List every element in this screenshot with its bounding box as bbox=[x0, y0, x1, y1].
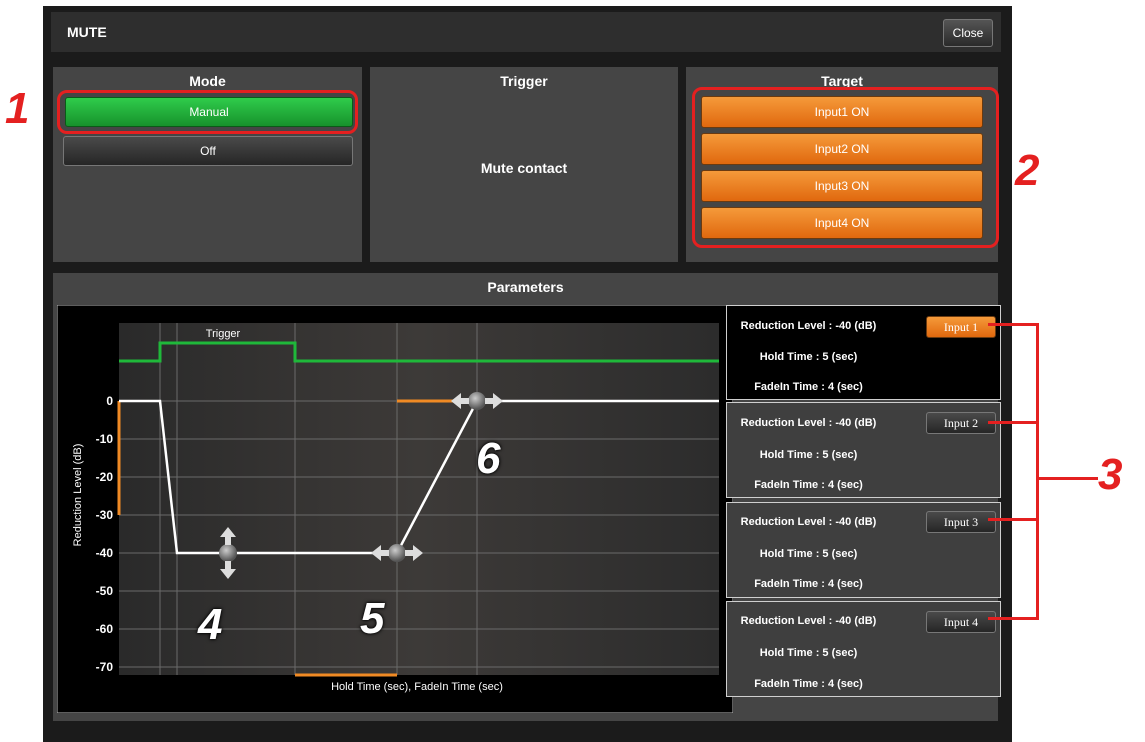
parameters-title: Parameters bbox=[487, 279, 564, 295]
callout-4: 4 bbox=[198, 600, 223, 649]
parameters-panel: Parameters Trigger 0 -10 -20 -30 -40 -50… bbox=[53, 273, 1001, 721]
input2-panel: Reduction Level : -40 (dB) Hold Time : 5… bbox=[726, 402, 1001, 498]
input1-select-button[interactable]: Input 1 bbox=[926, 316, 996, 338]
trigger-label: Trigger bbox=[206, 328, 241, 340]
x-axis-label: Hold Time (sec), FadeIn Time (sec) bbox=[331, 681, 503, 693]
trigger-title: Trigger bbox=[500, 73, 548, 89]
input2-reduction: Reduction Level : -40 (dB) bbox=[740, 417, 877, 429]
trigger-panel: Trigger Mute contact bbox=[370, 67, 678, 262]
y-tick: -20 bbox=[96, 470, 114, 484]
mode-off-button[interactable]: Off bbox=[63, 136, 353, 166]
callout-3-connector bbox=[988, 421, 1038, 424]
input4-panel: Reduction Level : -40 (dB) Hold Time : 5… bbox=[726, 601, 1001, 697]
input1-hold: Hold Time : 5 (sec) bbox=[759, 351, 858, 363]
input3-reduction: Reduction Level : -40 (dB) bbox=[740, 516, 877, 528]
input2-select-button[interactable]: Input 2 bbox=[926, 412, 996, 434]
y-tick: -10 bbox=[96, 432, 114, 446]
callout-3-connector bbox=[988, 518, 1038, 521]
y-axis-label: Reduction Level (dB) bbox=[72, 444, 84, 547]
callout-5: 5 bbox=[360, 594, 385, 643]
input3-fadein: FadeIn Time : 4 (sec) bbox=[754, 578, 863, 590]
callout-2-box bbox=[692, 87, 999, 248]
input2-fadein: FadeIn Time : 4 (sec) bbox=[754, 479, 863, 491]
input1-panel: Reduction Level : -40 (dB) Hold Time : 5… bbox=[726, 305, 1001, 400]
close-button[interactable]: Close bbox=[943, 19, 993, 47]
input4-select-button[interactable]: Input 4 bbox=[926, 611, 996, 633]
y-tick: -40 bbox=[96, 546, 114, 560]
mode-title: Mode bbox=[189, 73, 226, 89]
input3-hold: Hold Time : 5 (sec) bbox=[759, 548, 858, 560]
input4-reduction: Reduction Level : -40 (dB) bbox=[740, 615, 877, 627]
callout-3-connector bbox=[1036, 323, 1039, 620]
mute-envelope-chart: Trigger 0 -10 -20 -30 -40 -50 -60 -70 Re… bbox=[57, 305, 733, 713]
input1-reduction: Reduction Level : -40 (dB) bbox=[740, 320, 877, 332]
callout-6: 6 bbox=[476, 434, 501, 483]
y-tick: -60 bbox=[96, 622, 114, 636]
callout-1-box bbox=[57, 90, 358, 134]
input1-fadein: FadeIn Time : 4 (sec) bbox=[754, 381, 863, 393]
input3-select-button[interactable]: Input 3 bbox=[926, 511, 996, 533]
y-tick: -50 bbox=[96, 584, 114, 598]
input3-panel: Reduction Level : -40 (dB) Hold Time : 5… bbox=[726, 502, 1001, 598]
dialog-title: MUTE bbox=[67, 24, 107, 40]
callout-1: 1 bbox=[5, 84, 30, 133]
callout-3-connector bbox=[1036, 477, 1098, 480]
y-tick: -70 bbox=[96, 660, 114, 674]
input4-hold: Hold Time : 5 (sec) bbox=[759, 647, 858, 659]
input4-fadein: FadeIn Time : 4 (sec) bbox=[754, 678, 863, 690]
callout-3: 3 bbox=[1098, 450, 1123, 499]
callout-3-connector bbox=[988, 617, 1038, 620]
trigger-value: Mute contact bbox=[480, 160, 568, 176]
y-tick: -30 bbox=[96, 508, 114, 522]
y-tick: 0 bbox=[106, 394, 113, 408]
callout-2: 2 bbox=[1015, 146, 1040, 195]
callout-3-connector bbox=[988, 323, 1038, 326]
title-bar: MUTE Close bbox=[51, 12, 1001, 52]
input2-hold: Hold Time : 5 (sec) bbox=[759, 449, 858, 461]
